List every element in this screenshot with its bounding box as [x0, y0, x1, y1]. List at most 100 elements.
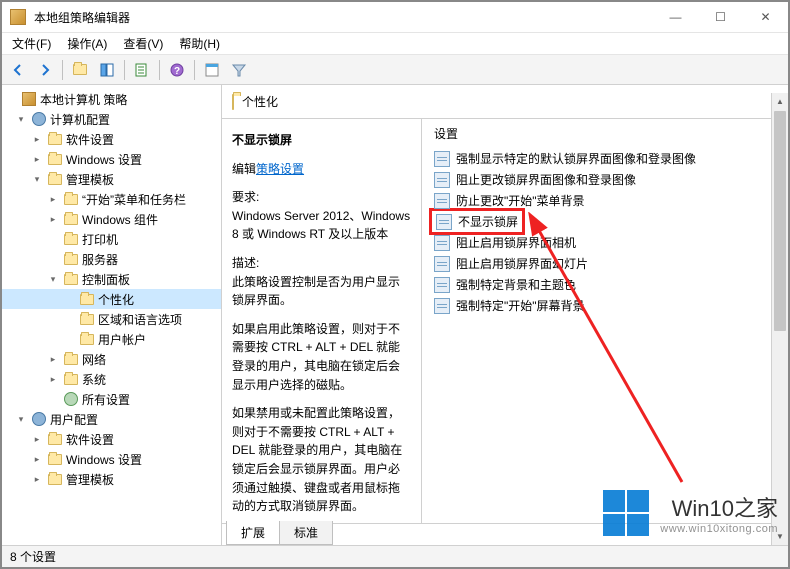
menu-help[interactable]: 帮助(H)	[179, 35, 220, 52]
menu-view[interactable]: 查看(V)	[123, 35, 163, 52]
scroll-thumb[interactable]	[774, 111, 786, 331]
tree-all-settings[interactable]: 所有设置	[2, 389, 221, 409]
column-header[interactable]: 设置	[422, 119, 788, 148]
tree-region-language[interactable]: 区域和语言选项	[2, 309, 221, 329]
svg-text:?: ?	[174, 66, 180, 77]
tree-computer-config[interactable]: ▾计算机配置	[2, 109, 221, 129]
up-folder-button[interactable]	[68, 58, 92, 82]
description-column: 不显示锁屏 编辑策略设置 要求:Windows Server 2012、Wind…	[222, 119, 422, 523]
description-label: 描述:	[232, 256, 259, 270]
preview-header: 个性化	[222, 85, 788, 119]
tree-user-admin[interactable]: ▸管理模板	[2, 469, 221, 489]
status-text: 8 个设置	[10, 548, 56, 565]
list-item[interactable]: 强制特定"开始"屏幕背景	[434, 295, 776, 316]
tree-label: 个性化	[98, 291, 134, 308]
tree-label: “开始”菜单和任务栏	[82, 191, 186, 208]
list-item[interactable]: 强制显示特定的默认锁屏界面图像和登录图像	[434, 148, 776, 169]
edit-policy-link[interactable]: 策略设置	[256, 162, 304, 176]
window-root: 本地组策略编辑器 — ☐ ✕ 文件(F) 操作(A) 查看(V) 帮助(H) ?…	[0, 0, 790, 569]
vertical-scrollbar[interactable]: ▲ ▼	[771, 93, 788, 545]
preview-pane: 个性化 不显示锁屏 编辑策略设置 要求:Windows Server 2012、…	[222, 85, 788, 545]
requirements-label: 要求:	[232, 190, 259, 204]
tree-label: 区域和语言选项	[98, 311, 182, 328]
tree-user-config[interactable]: ▾用户配置	[2, 409, 221, 429]
tree-label: 本地计算机 策略	[40, 91, 127, 108]
tree-root[interactable]: 本地计算机 策略	[2, 89, 221, 109]
tree-user-windows[interactable]: ▸Windows 设置	[2, 449, 221, 469]
policy-icon	[434, 235, 450, 251]
policy-icon	[434, 298, 450, 314]
tree-label: 控制面板	[82, 271, 130, 288]
description-text-1: 此策略设置控制是否为用户显示锁屏界面。	[232, 275, 400, 308]
tree-network[interactable]: ▸网络	[2, 349, 221, 369]
tree-system[interactable]: ▸系统	[2, 369, 221, 389]
tree-windows-components[interactable]: ▸Windows 组件	[2, 209, 221, 229]
separator	[62, 60, 63, 80]
tree-label: 打印机	[82, 231, 118, 248]
tree-windows-settings[interactable]: ▸Windows 设置	[2, 149, 221, 169]
back-button[interactable]	[6, 58, 30, 82]
toolbar: ?	[2, 55, 788, 85]
list-item-highlighted[interactable]: 不显示锁屏	[434, 211, 776, 232]
policy-icon	[436, 214, 452, 230]
filter-button[interactable]	[227, 58, 251, 82]
description-text-3: 如果禁用或未配置此策略设置，则对于不需要按 CTRL + ALT + DEL 就…	[232, 404, 411, 516]
list-label: 不显示锁屏	[458, 213, 518, 230]
policy-icon	[434, 151, 450, 167]
tree-server[interactable]: 服务器	[2, 249, 221, 269]
policy-icon	[434, 277, 450, 293]
separator	[194, 60, 195, 80]
tree-label: 系统	[82, 371, 106, 388]
menu-file[interactable]: 文件(F)	[12, 35, 51, 52]
list-item[interactable]: 强制特定背景和主题色	[434, 274, 776, 295]
help-button[interactable]: ?	[165, 58, 189, 82]
policy-icon	[434, 172, 450, 188]
policy-icon	[434, 256, 450, 272]
tree-label: 管理模板	[66, 171, 114, 188]
list-label: 强制显示特定的默认锁屏界面图像和登录图像	[456, 150, 696, 167]
tree-start-taskbar[interactable]: ▸“开始”菜单和任务栏	[2, 189, 221, 209]
tree-label: 所有设置	[82, 391, 130, 408]
export-list-button[interactable]	[130, 58, 154, 82]
tree-label: 软件设置	[66, 431, 114, 448]
list-label: 强制特定背景和主题色	[456, 276, 576, 293]
window-title: 本地组策略编辑器	[34, 9, 653, 26]
list-label: 强制特定"开始"屏幕背景	[456, 297, 585, 314]
preview-header-title: 个性化	[242, 93, 278, 110]
show-hide-tree-button[interactable]	[95, 58, 119, 82]
close-button[interactable]: ✕	[743, 2, 788, 32]
menubar: 文件(F) 操作(A) 查看(V) 帮助(H)	[2, 33, 788, 55]
forward-button[interactable]	[33, 58, 57, 82]
separator	[159, 60, 160, 80]
minimize-button[interactable]: —	[653, 2, 698, 32]
tree-label: 服务器	[82, 251, 118, 268]
tree-label: 软件设置	[66, 131, 114, 148]
list-label: 防止更改"开始"菜单背景	[456, 192, 585, 209]
list-label: 阻止启用锁屏界面幻灯片	[456, 255, 588, 272]
description-text-2: 如果启用此策略设置，则对于不需要按 CTRL + ALT + DEL 就能登录的…	[232, 320, 411, 394]
list-item[interactable]: 阻止更改锁屏界面图像和登录图像	[434, 169, 776, 190]
scroll-up-button[interactable]: ▲	[772, 93, 788, 110]
tab-extended[interactable]: 扩展	[226, 521, 280, 545]
tree-label: 计算机配置	[50, 111, 110, 128]
tree-control-panel[interactable]: ▾控制面板	[2, 269, 221, 289]
tree-user-accounts[interactable]: 用户帐户	[2, 329, 221, 349]
tree-label: 用户帐户	[98, 331, 146, 348]
tree-user-software[interactable]: ▸软件设置	[2, 429, 221, 449]
status-bar: 8 个设置	[2, 545, 788, 567]
selected-policy-title: 不显示锁屏	[232, 131, 411, 150]
tree-software-settings[interactable]: ▸软件设置	[2, 129, 221, 149]
tree-printer[interactable]: 打印机	[2, 229, 221, 249]
tree-admin-templates[interactable]: ▾管理模板	[2, 169, 221, 189]
tree-label: 管理模板	[66, 471, 114, 488]
list-label: 阻止更改锁屏界面图像和登录图像	[456, 171, 636, 188]
list-item[interactable]: 阻止启用锁屏界面相机	[434, 232, 776, 253]
scroll-down-button[interactable]: ▼	[772, 528, 788, 545]
maximize-button[interactable]: ☐	[698, 2, 743, 32]
tab-standard[interactable]: 标准	[279, 521, 333, 545]
menu-action[interactable]: 操作(A)	[67, 35, 107, 52]
tree-personalization[interactable]: 个性化	[2, 289, 221, 309]
properties-button[interactable]	[200, 58, 224, 82]
titlebar: 本地组策略编辑器 — ☐ ✕	[2, 2, 788, 33]
list-item[interactable]: 阻止启用锁屏界面幻灯片	[434, 253, 776, 274]
